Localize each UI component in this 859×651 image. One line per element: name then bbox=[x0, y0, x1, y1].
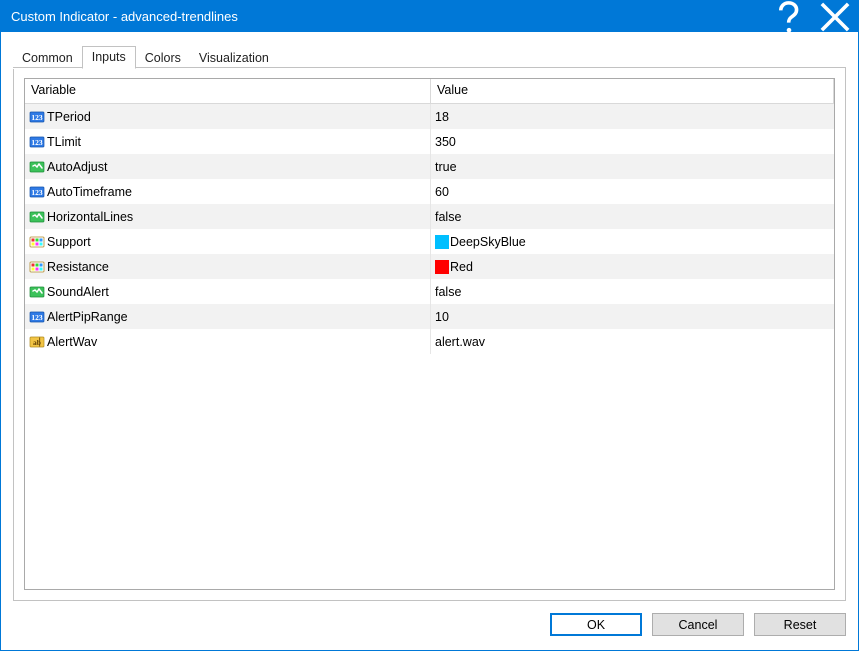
value-text: false bbox=[435, 285, 461, 299]
tab-visualization[interactable]: Visualization bbox=[190, 48, 278, 69]
table-row[interactable]: AutoAdjust true bbox=[25, 154, 834, 179]
table-row[interactable]: TPeriod 18 bbox=[25, 104, 834, 129]
variable-cell[interactable]: HorizontalLines bbox=[25, 204, 431, 229]
integer-type-icon bbox=[29, 109, 45, 125]
value-text: 60 bbox=[435, 185, 449, 199]
dialog-window: Custom Indicator - advanced-trendlines C… bbox=[0, 0, 859, 651]
variable-cell[interactable]: TPeriod bbox=[25, 104, 431, 129]
title-bar: Custom Indicator - advanced-trendlines bbox=[1, 1, 858, 32]
variable-name: TLimit bbox=[47, 135, 81, 149]
table-row[interactable]: AlertWav alert.wav bbox=[25, 329, 834, 354]
value-cell[interactable]: Red bbox=[431, 254, 834, 279]
cancel-button[interactable]: Cancel bbox=[652, 613, 744, 636]
value-cell[interactable]: DeepSkyBlue bbox=[431, 229, 834, 254]
tab-pane-inputs: Variable Value TPeriod 18 TLimit 350 AutoAdj… bbox=[13, 68, 846, 601]
window-title: Custom Indicator - advanced-trendlines bbox=[11, 9, 766, 24]
variable-cell[interactable]: AutoAdjust bbox=[25, 154, 431, 179]
variable-name: TPeriod bbox=[47, 110, 91, 124]
tab-baseline bbox=[13, 67, 846, 68]
color-swatch bbox=[435, 260, 449, 274]
bool-type-icon bbox=[29, 159, 45, 175]
variable-cell[interactable]: TLimit bbox=[25, 129, 431, 154]
grid-header: Variable Value bbox=[25, 79, 834, 104]
value-cell[interactable]: 10 bbox=[431, 304, 834, 329]
tab-colors[interactable]: Colors bbox=[136, 48, 190, 69]
table-row[interactable]: HorizontalLines false bbox=[25, 204, 834, 229]
table-row[interactable]: TLimit 350 bbox=[25, 129, 834, 154]
value-cell[interactable]: false bbox=[431, 204, 834, 229]
tab-strip: Common Inputs Colors Visualization bbox=[13, 44, 846, 68]
color-type-icon bbox=[29, 259, 45, 275]
variable-cell[interactable]: Resistance bbox=[25, 254, 431, 279]
reset-button[interactable]: Reset bbox=[754, 613, 846, 636]
variable-name: Support bbox=[47, 235, 91, 249]
color-swatch bbox=[435, 235, 449, 249]
value-text: false bbox=[435, 210, 461, 224]
variable-name: AutoAdjust bbox=[47, 160, 107, 174]
table-row[interactable]: Support DeepSkyBlue bbox=[25, 229, 834, 254]
variable-name: HorizontalLines bbox=[47, 210, 133, 224]
value-cell[interactable]: 18 bbox=[431, 104, 834, 129]
bool-type-icon bbox=[29, 209, 45, 225]
string-type-icon bbox=[29, 334, 45, 350]
variable-cell[interactable]: AlertPipRange bbox=[25, 304, 431, 329]
tab-inputs[interactable]: Inputs bbox=[82, 46, 136, 69]
value-text: alert.wav bbox=[435, 335, 485, 349]
value-text: true bbox=[435, 160, 457, 174]
variable-cell[interactable]: AlertWav bbox=[25, 329, 431, 354]
value-text: Red bbox=[450, 260, 473, 274]
header-value[interactable]: Value bbox=[431, 79, 834, 103]
variable-name: AlertWav bbox=[47, 335, 97, 349]
integer-type-icon bbox=[29, 309, 45, 325]
value-text: 350 bbox=[435, 135, 456, 149]
variable-cell[interactable]: AutoTimeframe bbox=[25, 179, 431, 204]
variable-name: SoundAlert bbox=[47, 285, 109, 299]
dialog-footer: OK Cancel Reset bbox=[13, 601, 846, 638]
variable-name: Resistance bbox=[47, 260, 109, 274]
value-cell[interactable]: 350 bbox=[431, 129, 834, 154]
inputs-grid[interactable]: Variable Value TPeriod 18 TLimit 350 AutoAdj… bbox=[24, 78, 835, 590]
value-cell[interactable]: 60 bbox=[431, 179, 834, 204]
variable-name: AutoTimeframe bbox=[47, 185, 132, 199]
table-row[interactable]: AutoTimeframe 60 bbox=[25, 179, 834, 204]
dialog-body: Common Inputs Colors Visualization Varia… bbox=[1, 32, 858, 650]
color-type-icon bbox=[29, 234, 45, 250]
table-row[interactable]: Resistance Red bbox=[25, 254, 834, 279]
ok-button[interactable]: OK bbox=[550, 613, 642, 636]
bool-type-icon bbox=[29, 284, 45, 300]
integer-type-icon bbox=[29, 134, 45, 150]
variable-cell[interactable]: Support bbox=[25, 229, 431, 254]
grid-rows: TPeriod 18 TLimit 350 AutoAdjust true AutoTime… bbox=[25, 104, 834, 589]
value-cell[interactable]: true bbox=[431, 154, 834, 179]
integer-type-icon bbox=[29, 184, 45, 200]
value-text: 10 bbox=[435, 310, 449, 324]
header-variable[interactable]: Variable bbox=[25, 79, 431, 103]
table-row[interactable]: AlertPipRange 10 bbox=[25, 304, 834, 329]
close-button[interactable] bbox=[812, 1, 858, 32]
variable-cell[interactable]: SoundAlert bbox=[25, 279, 431, 304]
value-cell[interactable]: alert.wav bbox=[431, 329, 834, 354]
value-cell[interactable]: false bbox=[431, 279, 834, 304]
value-text: DeepSkyBlue bbox=[450, 235, 526, 249]
help-button[interactable] bbox=[766, 1, 812, 32]
tab-common[interactable]: Common bbox=[13, 48, 82, 69]
table-row[interactable]: SoundAlert false bbox=[25, 279, 834, 304]
value-text: 18 bbox=[435, 110, 449, 124]
variable-name: AlertPipRange bbox=[47, 310, 128, 324]
